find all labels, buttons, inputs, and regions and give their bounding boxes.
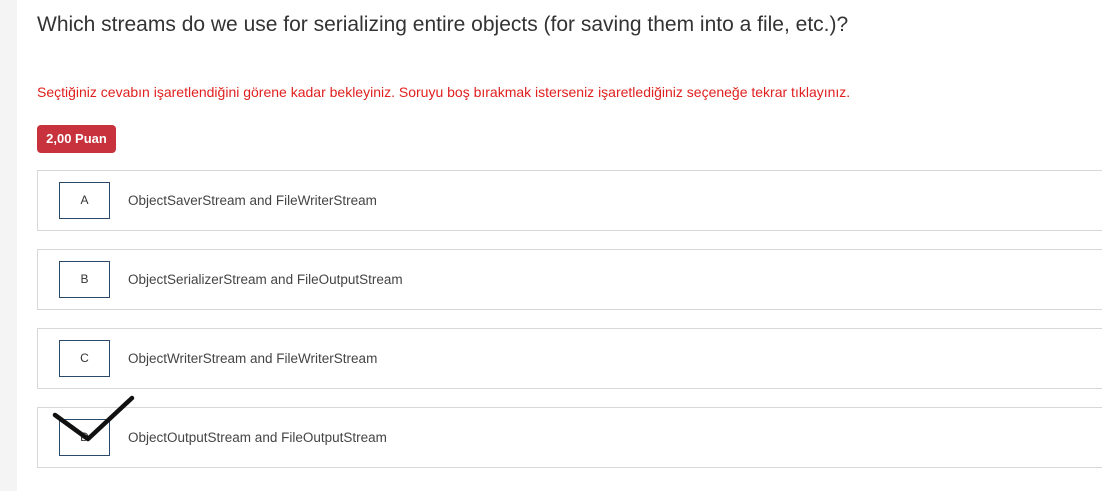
option-c[interactable]: C ObjectWriterStream and FileWriterStrea… <box>37 328 1102 389</box>
question-text: Which streams do we use for serializing … <box>37 13 849 36</box>
option-letter-c[interactable]: C <box>59 340 110 377</box>
option-a[interactable]: A ObjectSaverStream and FileWriterStream <box>37 170 1102 231</box>
checkmark-icon <box>52 395 135 442</box>
option-letter-b[interactable]: B <box>59 261 110 298</box>
option-b[interactable]: B ObjectSerializerStream and FileOutputS… <box>37 249 1102 310</box>
option-text-d: ObjectOutputStream and FileOutputStream <box>128 430 387 445</box>
option-text-a: ObjectSaverStream and FileWriterStream <box>128 193 377 208</box>
option-text-b: ObjectSerializerStream and FileOutputStr… <box>128 272 403 287</box>
selection-notice: Seçtiğiniz cevabın işaretlendiğini gören… <box>37 84 851 100</box>
points-badge: 2,00 Puan <box>37 125 116 153</box>
page-gutter <box>0 0 17 491</box>
option-letter-a[interactable]: A <box>59 182 110 219</box>
option-d[interactable]: D ObjectOutputStream and FileOutputStrea… <box>37 407 1102 468</box>
option-text-c: ObjectWriterStream and FileWriterStream <box>128 351 378 366</box>
